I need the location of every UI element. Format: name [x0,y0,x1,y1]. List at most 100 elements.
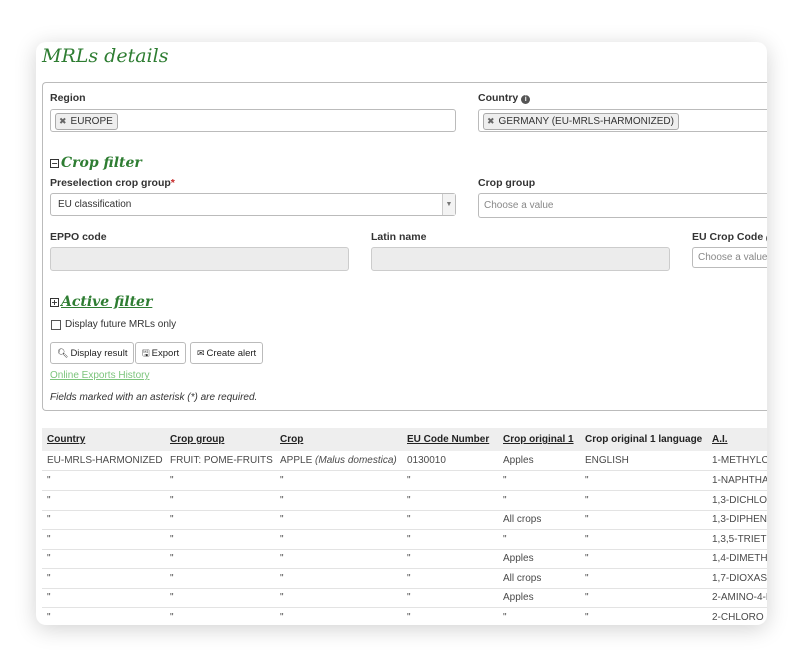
cell-country: " [47,514,51,525]
cell-crop-original: " [503,475,507,486]
create-alert-button[interactable]: ✉ Create alert [190,342,264,364]
cell-crop-group: " [170,553,174,564]
cell-ai: 1,4-DIMETH [712,553,767,564]
cell-eu-code: 0130010 [407,455,446,466]
results-table-header: Country Crop group Crop EU Code Number C… [42,428,767,451]
plus-square-icon[interactable]: + [50,298,59,307]
cell-crop-group: " [170,494,174,506]
table-row[interactable]: " " " " All crops " 1,7-DIOXAS [42,569,767,589]
preselection-value: EU classification [58,199,132,210]
cell-crop-original: All crops [503,572,542,584]
col-crop-header[interactable]: Crop [280,434,303,445]
cell-crop-latin: (Malus domestica) [315,455,397,466]
export-button[interactable]: 🖫 Export [135,342,187,364]
eppo-code-label: EPPO code [50,231,107,243]
col-crop-language-header: Crop original 1 language [585,434,703,445]
cell-country: " [47,592,51,603]
cell-eu-code: " [407,592,411,603]
cell-crop-name: APPLE [280,455,313,466]
cell-crop-original: All crops [503,514,542,525]
region-select[interactable]: ✖ EUROPE [50,109,456,132]
required-mark: * [170,177,175,189]
cell-eu-code: " [407,533,411,545]
cell-ai: 2-CHLORO [712,611,764,623]
latin-name-label: Latin name [371,231,427,243]
chevron-down-icon[interactable]: ▼ [442,194,455,215]
cell-eu-code: " [407,514,411,525]
cell-country: " [47,553,51,564]
cell-crop-group: " [170,611,174,623]
latin-name-input[interactable] [371,247,670,271]
cell-country: EU-MRLS-HARMONIZED [47,455,163,466]
display-result-label: Display result [70,348,128,359]
eppo-code-input[interactable] [50,247,349,271]
cell-crop: " [280,475,284,486]
mrls-details-card: MRLs details Region ✖ EUROPE Country i ✖ G… [36,42,767,625]
cell-eu-code: " [407,553,411,564]
eu-crop-code-placeholder: Choose a value [698,252,767,263]
table-row[interactable]: " " " " " " 2-CHLORO [42,608,767,626]
cell-country: " [47,475,51,486]
cell-ai: 1-METHYLC [712,455,767,466]
country-label: Country i [478,92,531,104]
region-chip[interactable]: ✖ EUROPE [55,113,118,130]
table-row[interactable]: " " " " Apples " 1,4-DIMETH [42,549,767,569]
eu-crop-code-label-text: EU Crop Code [692,231,764,243]
table-row[interactable]: " " " " All crops " 1,3-DIPHEN [42,510,767,530]
crop-filter-title-text: Crop filter [61,155,142,171]
table-row[interactable]: EU-MRLS-HARMONIZED FRUIT: POME-FRUITS AP… [42,451,767,471]
preselection-crop-group-select[interactable]: EU classification ▼ [50,193,456,216]
col-ai-header[interactable]: A.I. [712,434,728,445]
col-crop-group-header[interactable]: Crop group [170,434,224,445]
close-icon[interactable]: ✖ [59,116,67,126]
table-row[interactable]: " " " " " " 1,3,5-TRIET [42,530,767,550]
create-alert-label: Create alert [206,348,257,359]
crop-group-select[interactable]: Choose a value [478,193,767,218]
table-row[interactable]: " " " " Apples " 2-AMINO-4-N [42,588,767,608]
cell-crop-group: " [170,592,174,603]
future-mrls-checkbox[interactable] [51,320,61,330]
cell-eu-code: " [407,611,411,623]
table-row[interactable]: " " " " " " 1,3-DICHLO [42,491,767,511]
cell-country: " [47,611,51,623]
close-icon[interactable]: ✖ [487,116,495,126]
col-country-header[interactable]: Country [47,434,85,445]
envelope-icon: ✉ [197,348,205,358]
info-icon[interactable]: i [521,95,531,104]
cell-crop-original: " [503,533,507,545]
cell-crop-group: " [170,572,174,584]
crop-group-label: Crop group [478,177,536,189]
cell-language: " [585,572,589,584]
country-select[interactable]: ✖ GERMANY (EU-MRLS-HARMONIZED) [478,109,767,132]
cell-eu-code: " [407,572,411,584]
country-chip[interactable]: ✖ GERMANY (EU-MRLS-HARMONIZED) [483,113,679,130]
eu-crop-code-select[interactable]: Choose a value [692,247,767,268]
country-chip-label: GERMANY (EU-MRLS-HARMONIZED) [498,116,674,127]
cell-crop: " [280,592,284,603]
cell-language: " [585,592,589,603]
cell-language: ENGLISH [585,455,629,466]
cell-ai: 1,3-DICHLO [712,494,767,506]
cell-crop: " [280,572,284,584]
preselection-label-text: Preselection crop group [50,177,171,189]
active-filter-title[interactable]: + Active filter [50,294,152,310]
display-result-button[interactable]: 🔍︎ Display result [50,342,135,364]
crop-group-placeholder: Choose a value [484,200,554,211]
active-filter-title-text: Active filter [61,294,153,310]
col-eu-code-header[interactable]: EU Code Number [407,434,489,445]
region-chip-label: EUROPE [70,116,113,127]
cell-crop-original: Apples [503,592,534,603]
online-exports-history-link[interactable]: Online Exports History [50,370,149,381]
info-icon[interactable]: i [766,234,767,243]
minus-square-icon[interactable]: − [50,159,59,168]
cell-crop-group: " [170,533,174,545]
cell-language: " [585,553,589,564]
cell-language: " [585,494,589,506]
table-row[interactable]: " " " " " " 1-NAPHTHA [42,471,767,491]
crop-filter-title[interactable]: − Crop filter [50,155,142,171]
cell-crop-group: " [170,514,174,525]
cell-crop: " [280,533,284,545]
page-title: MRLs details [42,45,169,67]
cell-eu-code: " [407,494,411,506]
col-crop-original-header[interactable]: Crop original 1 [503,434,574,445]
